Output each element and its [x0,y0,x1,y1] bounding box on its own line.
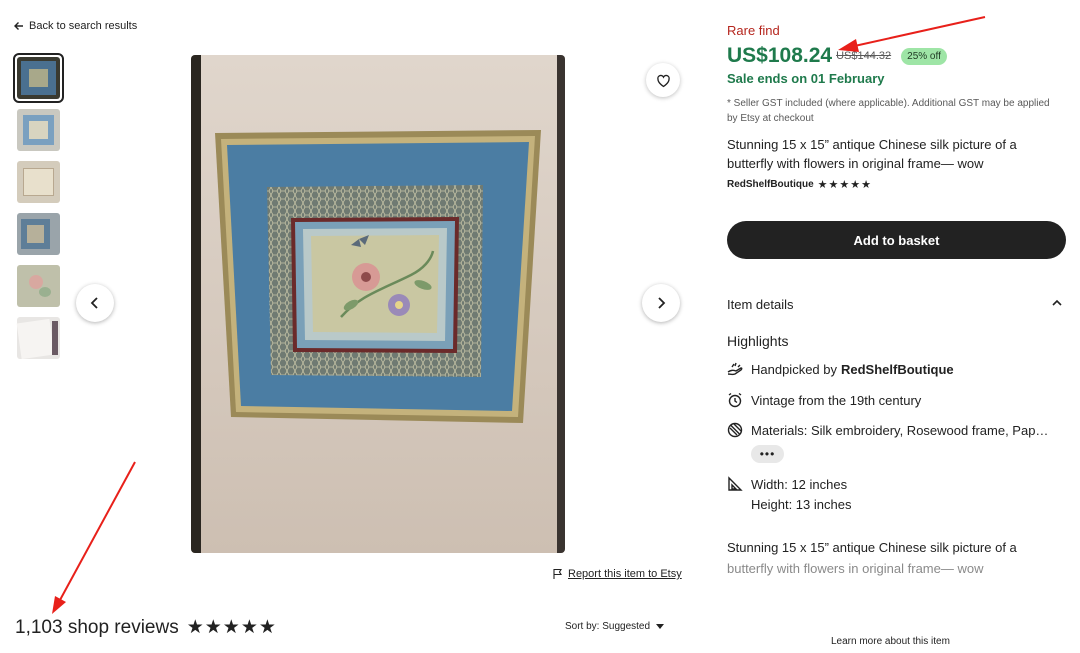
handpicked-seller: RedShelfBoutique [841,361,954,377]
materials-icon [727,422,743,438]
sale-price: US$108.24 [727,44,833,67]
main-product-photo [191,55,565,553]
chevron-up-icon [1052,299,1062,306]
thumbnail-3[interactable] [15,159,62,205]
handpicked-row: Handpicked by RedShelfBoutique [727,361,954,377]
next-image-button[interactable] [642,284,680,322]
annotation-arrow-reviews-line [59,461,136,601]
back-link-label: Back to search results [29,20,138,32]
sort-label: Sort by: Suggested [565,621,651,632]
sale-end-date: Sale ends on 01 February [727,71,885,86]
width-text: Width: 12 inches [751,476,848,492]
learn-more-link[interactable]: Learn more about this item [831,636,950,647]
vintage-text: Vintage from the 19th century [751,392,922,408]
clock-icon [728,392,742,408]
item-description: Stunning 15 x 15” antique Chinese silk p… [727,537,1047,579]
annotation-arrow-price-line [849,16,986,48]
seller-name: RedShelfBoutique [727,179,814,190]
previous-image-button[interactable] [76,284,114,322]
favorite-button[interactable] [646,63,680,97]
description-line-2: butterfly with flowers in original frame… [727,561,984,576]
height-text: Height: 13 inches [751,497,852,512]
chevron-left-icon [90,297,98,309]
gst-note: * Seller GST included (where applicable)… [727,98,1050,124]
rare-find-badge: Rare find [727,23,780,38]
heart-icon [656,74,670,87]
seller-line[interactable]: RedShelfBoutique ★★★★★ [727,178,872,191]
materials-text: Materials: Silk embroidery, Rosewood fra… [751,422,1049,438]
report-item-label: Report this item to Etsy [568,568,682,580]
dimensions-row: Width: 12 inches [727,476,847,492]
handpicked-prefix: Handpicked by [751,361,837,377]
ruler-icon [728,476,743,491]
price-row: US$108.24 US$144.32 25% off [727,44,947,68]
sort-caret-icon [656,623,665,629]
flag-icon [553,568,562,579]
hand-icon [727,362,743,376]
item-details-label: Item details [727,297,794,312]
thumbnail-4[interactable] [15,211,62,257]
shop-rating-stars: ★★★★★ [186,617,277,638]
listing-title: Stunning 15 x 15” antique Chinese silk p… [727,137,1017,171]
back-to-search-link[interactable]: Back to search results [14,20,137,32]
thumbnail-1[interactable] [13,53,64,103]
item-details-toggle[interactable]: Item details [727,297,1063,312]
shop-reviews-title: 1,103 shop reviews [15,616,179,638]
report-item-link[interactable]: Report this item to Etsy [552,568,682,580]
more-materials-button[interactable]: ••• [751,445,784,463]
add-to-basket-button[interactable]: Add to basket [727,221,1066,259]
original-price: US$144.32 [836,50,892,62]
framed-silk-picture-image [191,55,565,553]
vintage-row: Vintage from the 19th century [727,392,921,408]
thumbnail-strip [13,53,64,367]
materials-row: Materials: Silk embroidery, Rosewood fra… [727,422,1048,438]
thumbnail-6[interactable] [15,315,62,361]
annotation-arrow-reviews-head [52,596,66,614]
chevron-right-icon [658,297,666,309]
sort-dropdown[interactable]: Sort by: Suggested [565,621,665,632]
arrow-left-icon [14,22,23,30]
highlights-heading: Highlights [727,333,789,349]
description-line-1: Stunning 15 x 15” antique Chinese silk p… [727,540,1017,555]
discount-badge: 25% off [901,47,947,65]
seller-rating-stars: ★★★★★ [817,179,872,191]
thumbnail-2[interactable] [15,107,62,153]
thumbnail-5[interactable] [15,263,62,309]
shop-reviews-heading: 1,103 shop reviews ★★★★★ [15,616,277,639]
